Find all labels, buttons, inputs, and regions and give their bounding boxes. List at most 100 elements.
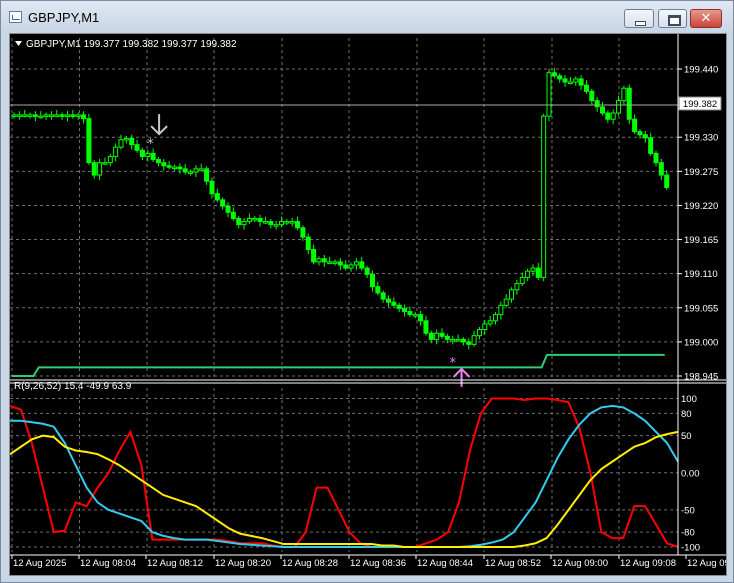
candle-body xyxy=(471,335,477,345)
candle-body xyxy=(129,137,135,146)
candle-body xyxy=(257,217,263,223)
candle-body xyxy=(594,100,600,108)
time-label: 12 Aug 08:12 xyxy=(147,558,203,569)
candle-body xyxy=(123,137,129,141)
candle-body xyxy=(610,112,616,120)
candle-body xyxy=(113,146,119,157)
candle-body xyxy=(653,152,659,164)
osc-tick-label: 50 xyxy=(681,431,692,442)
candle-body xyxy=(139,149,145,157)
candle-body xyxy=(279,221,284,226)
candle-body xyxy=(118,139,124,148)
candle-body xyxy=(230,211,236,219)
candle-body xyxy=(38,115,44,119)
candle-body xyxy=(535,267,541,278)
price-tick-label: 199.165 xyxy=(684,235,718,246)
candle-body xyxy=(407,310,413,316)
time-label: 12 Aug 09:16 xyxy=(687,558,726,569)
candle-body xyxy=(364,267,370,275)
candle-body xyxy=(600,106,605,114)
candle-body xyxy=(166,165,172,168)
candle-body xyxy=(91,162,97,176)
title-bar[interactable]: GBPJPY,M1 ✕ xyxy=(1,1,733,33)
candle-body xyxy=(97,162,103,176)
candle-body xyxy=(551,72,557,77)
candle-body xyxy=(578,78,584,86)
candle-body xyxy=(493,314,498,322)
price-tick-label: 199.275 xyxy=(684,167,718,178)
candle-body xyxy=(161,162,167,167)
candle-body xyxy=(359,261,365,269)
down-arrow-icon xyxy=(150,114,168,136)
candle-body xyxy=(316,258,322,263)
candle-body xyxy=(444,335,450,340)
candle-body xyxy=(262,221,268,224)
candle-body xyxy=(284,221,290,224)
candle-body xyxy=(209,180,215,195)
candle-body xyxy=(450,338,456,342)
candle-body xyxy=(509,289,515,300)
osc-tick-label: -50 xyxy=(681,505,695,516)
current-price-value: 199.382 xyxy=(683,99,717,110)
window-title: GBPJPY,M1 xyxy=(28,10,100,25)
candle-body xyxy=(557,75,563,80)
candle-body xyxy=(193,168,199,173)
candle-body xyxy=(514,283,520,291)
support-line xyxy=(12,353,665,377)
chart-menu-triangle-icon[interactable] xyxy=(15,41,22,46)
candle-body xyxy=(605,112,611,120)
maximize-icon xyxy=(659,10,686,27)
candle-body xyxy=(337,261,343,266)
oscillator-series-line xyxy=(10,404,679,548)
candle-body xyxy=(300,227,306,238)
candle-body xyxy=(648,137,654,154)
osc-tick-label: -100 xyxy=(681,543,700,554)
buy-star-icon: * xyxy=(450,356,457,371)
candle-body xyxy=(48,114,54,117)
candle-body xyxy=(225,205,231,213)
minimize-icon xyxy=(625,10,653,27)
candle-body xyxy=(16,114,22,117)
candle-body xyxy=(664,174,670,188)
minimize-button[interactable] xyxy=(624,9,654,28)
oscillator-series-line xyxy=(10,397,679,548)
candle-body xyxy=(642,134,648,139)
candle-body xyxy=(369,273,375,288)
sell-star-icon: * xyxy=(147,137,154,152)
candle-body xyxy=(418,314,424,322)
chart-area[interactable]: * * 199.440 199.330 199.275 199.220 199.165 19… xyxy=(9,33,727,576)
time-label: 12 Aug 08:44 xyxy=(417,558,473,569)
candle-body xyxy=(214,193,220,201)
maximize-button[interactable] xyxy=(658,9,687,28)
candles xyxy=(11,67,670,350)
candle-body xyxy=(273,224,279,227)
candle-body xyxy=(75,114,81,117)
osc-tick-label: 100 xyxy=(681,394,697,405)
candle-body xyxy=(268,221,274,226)
candle-body xyxy=(182,168,188,173)
candle-body xyxy=(155,159,161,164)
candle-body xyxy=(198,168,204,171)
candle-body xyxy=(519,276,525,285)
candle-body xyxy=(487,320,493,325)
time-label: 12 Aug 08:04 xyxy=(80,558,136,569)
candle-body xyxy=(252,217,258,221)
candle-body xyxy=(525,270,531,278)
time-label: 12 Aug 08:52 xyxy=(485,558,541,569)
candle-body xyxy=(289,221,295,224)
candle-body xyxy=(375,286,381,294)
chart-canvas[interactable]: * * 199.440 199.330 199.275 199.220 199.165 19… xyxy=(10,34,726,575)
candle-body xyxy=(236,217,242,226)
up-arrow-icon xyxy=(452,367,471,387)
oscillator-series-line xyxy=(10,430,679,548)
terminal-window: GBPJPY,M1 ✕ * * 199.440 199.330 199.275 199.… xyxy=(0,0,734,583)
candle-body xyxy=(70,114,76,117)
candle-body xyxy=(134,144,140,151)
time-label: 12 Aug 09:00 xyxy=(552,558,608,569)
candle-body xyxy=(562,78,568,83)
candle-body xyxy=(632,118,638,133)
candle-body xyxy=(386,298,391,303)
candle-body xyxy=(658,162,664,176)
candle-body xyxy=(621,87,627,102)
close-button[interactable]: ✕ xyxy=(690,9,722,28)
